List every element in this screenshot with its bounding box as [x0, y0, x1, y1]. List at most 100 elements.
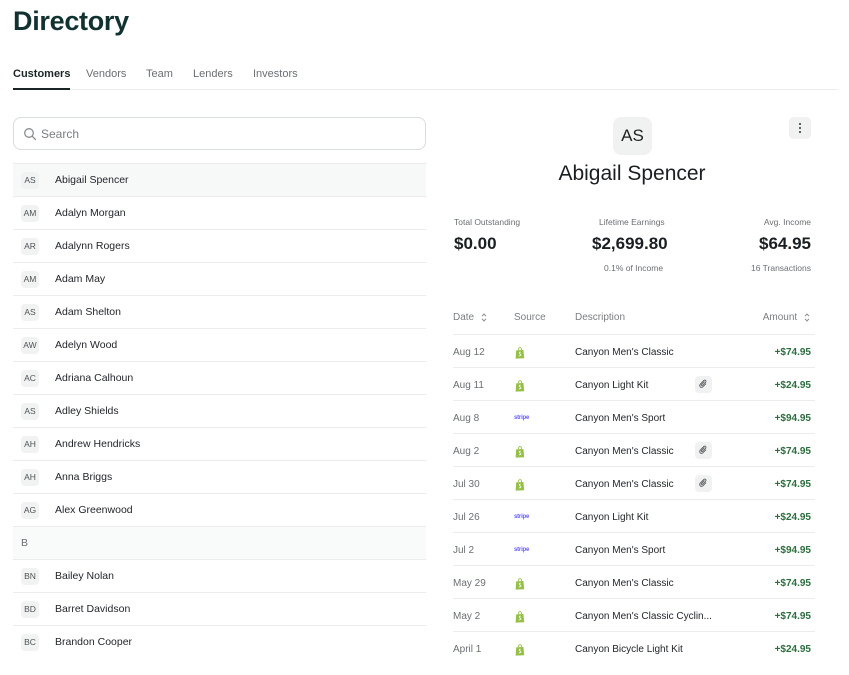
transaction-amount: +$94.95 [774, 413, 811, 424]
more-options-button[interactable] [789, 117, 811, 139]
contact-name: Adley Shields [55, 405, 119, 417]
lifetime-earnings-label: Lifetime Earnings [599, 217, 665, 227]
transaction-description: Canyon Men's Classic [575, 446, 674, 457]
contact-row[interactable]: AS Abigail Spencer [13, 163, 426, 196]
search-input[interactable] [41, 118, 421, 149]
transaction-row[interactable]: May 2 Canyon Men's Classic Cyclin... +$74.… [453, 598, 815, 631]
contact-row[interactable]: AH Andrew Hendricks [13, 427, 426, 460]
total-outstanding-label: Total Outstanding [454, 217, 521, 227]
transaction-amount: +$74.95 [774, 578, 811, 589]
contact-row[interactable]: BD Barret Davidson [13, 592, 426, 625]
list-section-header: B [13, 526, 426, 559]
contact-row[interactable]: AR Adalynn Rogers [13, 229, 426, 262]
more-dot-icon [799, 127, 801, 129]
attachment-icon[interactable] [695, 475, 712, 492]
contact-row[interactable]: AM Adam May [13, 262, 426, 295]
transaction-amount: +$74.95 [774, 446, 811, 457]
more-dot-icon [799, 123, 801, 125]
transaction-amount: +$24.95 [774, 644, 811, 655]
stripe-icon: stripe [514, 547, 530, 553]
transaction-row[interactable]: Jul 30 Canyon Men's Classic +$74.95 [453, 466, 815, 499]
contact-avatar: BD [21, 601, 39, 618]
transaction-description: Canyon Light Kit [575, 512, 649, 523]
contact-avatar: AW [21, 337, 39, 354]
transaction-description: Canyon Men's Sport [575, 413, 666, 424]
total-outstanding-value: $0.00 [454, 234, 497, 253]
section-letter: B [21, 537, 29, 549]
shopify-icon [515, 610, 527, 623]
column-amount[interactable]: Amount [763, 312, 810, 323]
tab-vendors[interactable]: Vendors [86, 62, 126, 90]
contact-avatar: AM [21, 205, 39, 222]
transaction-amount: +$74.95 [774, 479, 811, 490]
transaction-date: Aug 11 [453, 380, 484, 391]
transaction-description: Canyon Men's Classic [575, 347, 674, 358]
contact-name: Barret Davidson [55, 603, 131, 615]
transaction-description: Canyon Men's Classic Cyclin... [575, 611, 712, 622]
contact-avatar: AG [21, 502, 39, 519]
more-dot-icon [799, 131, 801, 133]
transaction-row[interactable]: May 29 Canyon Men's Classic +$74.95 [453, 565, 815, 598]
contact-row[interactable]: BC Brandon Cooper [13, 625, 426, 658]
contact-avatar: BC [21, 634, 39, 651]
transaction-row[interactable]: Jul 26 stripe Canyon Light Kit +$24.95 [453, 499, 815, 532]
tab-lenders[interactable]: Lenders [193, 62, 233, 90]
contact-name: Anna Briggs [55, 471, 113, 483]
transaction-description: Canyon Bicycle Light Kit [575, 644, 683, 655]
tab-team[interactable]: Team [146, 62, 173, 90]
attachment-icon[interactable] [695, 442, 712, 459]
transaction-description: Canyon Light Kit [575, 380, 649, 391]
transaction-date: April 1 [453, 644, 482, 655]
contact-row[interactable]: AG Alex Greenwood [13, 493, 426, 526]
transaction-amount: +$74.95 [774, 347, 811, 358]
transaction-row[interactable]: Aug 12 Canyon Men's Classic +$74.95 [453, 334, 815, 367]
contact-name: Adriana Calhoun [55, 372, 134, 384]
column-source: Source [514, 312, 546, 323]
contact-name: Adam May [55, 273, 106, 285]
contact-name: Andrew Hendricks [55, 438, 141, 450]
shopify-icon [515, 346, 527, 359]
lifetime-earnings-sub: 0.1% of Income [604, 263, 664, 273]
shopify-icon [515, 643, 527, 656]
contact-row[interactable]: AW Adelyn Wood [13, 328, 426, 361]
tab-customers[interactable]: Customers [13, 62, 71, 90]
transaction-row[interactable]: April 1 Canyon Bicycle Light Kit +$24.95 [453, 631, 815, 664]
transaction-amount: +$74.95 [774, 611, 811, 622]
transaction-row[interactable]: Aug 2 Canyon Men's Classic +$74.95 [453, 433, 815, 466]
contact-row[interactable]: AC Adriana Calhoun [13, 361, 426, 394]
transaction-row[interactable]: Aug 8 stripe Canyon Men's Sport +$94.95 [453, 400, 815, 433]
contact-row[interactable]: AS Adley Shields [13, 394, 426, 427]
customer-name: Abigail Spencer [558, 162, 706, 185]
transaction-amount: +$94.95 [774, 545, 811, 556]
transaction-row[interactable]: Aug 11 Canyon Light Kit +$24.95 [453, 367, 815, 400]
transaction-description: Canyon Men's Sport [575, 545, 666, 556]
contact-avatar: BN [21, 568, 39, 585]
column-date[interactable]: Date [453, 312, 487, 323]
column-amount-label: Amount [762, 312, 798, 323]
contact-avatar: AH [21, 436, 39, 453]
sort-icon [804, 313, 810, 322]
contact-row[interactable]: AH Anna Briggs [13, 460, 426, 493]
column-description: Description [575, 312, 626, 323]
attachment-icon[interactable] [695, 376, 712, 393]
transaction-row[interactable]: Jul 2 stripe Canyon Men's Sport +$94.95 [453, 532, 815, 565]
contact-list: AS Abigail Spencer AM Adalyn Morgan AR Adalyn… [13, 163, 426, 658]
contact-name: Brandon Cooper [55, 636, 133, 648]
customer-avatar: AS [613, 117, 652, 155]
contact-name: Adalynn Rogers [55, 240, 130, 252]
contact-avatar: AS [21, 172, 39, 189]
shopify-icon [515, 379, 527, 392]
transaction-date: May 29 [453, 578, 486, 589]
transaction-date: Jul 2 [453, 545, 475, 556]
tab-investors[interactable]: Investors [253, 62, 298, 90]
transaction-description: Canyon Men's Classic [575, 578, 674, 589]
directory-tabs: Customers Vendors Team Lenders Investors [13, 62, 838, 90]
contact-row[interactable]: BN Bailey Nolan [13, 559, 426, 592]
shopify-icon [515, 478, 527, 491]
avg-income-label: Avg. Income [763, 217, 811, 227]
contact-row[interactable]: AS Adam Shelton [13, 295, 426, 328]
stripe-icon: stripe [514, 415, 530, 421]
transaction-description: Canyon Men's Classic [575, 479, 674, 490]
contact-row[interactable]: AM Adalyn Morgan [13, 196, 426, 229]
transaction-date: Aug 12 [453, 347, 485, 358]
